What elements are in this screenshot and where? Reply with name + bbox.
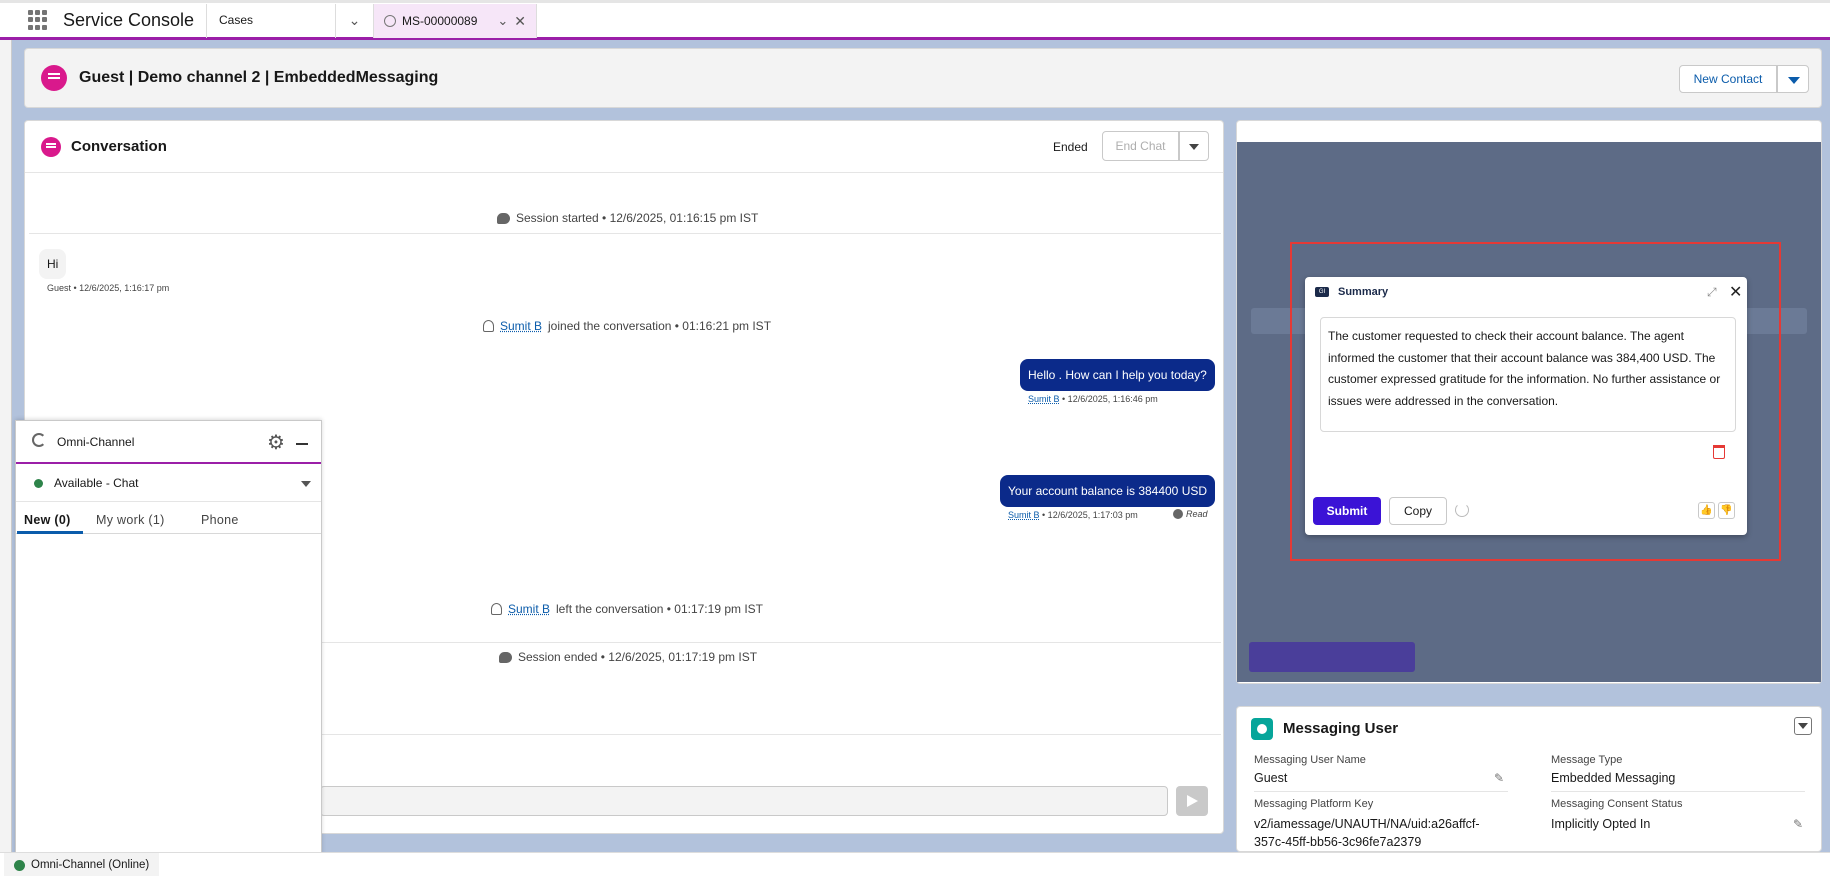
gear-icon[interactable]: ⚙ xyxy=(267,430,285,455)
check-icon xyxy=(1173,509,1183,519)
messaging-session-icon xyxy=(384,15,396,27)
utility-bar: Omni-Channel (Online) xyxy=(0,852,1830,876)
field-divider xyxy=(1254,791,1508,792)
agent-link[interactable]: Sumit B xyxy=(500,319,542,333)
new-contact-button[interactable]: New Contact xyxy=(1679,65,1777,93)
field-label: Messaging Platform Key xyxy=(1254,798,1374,810)
thumbs-down-icon[interactable]: 👎 xyxy=(1718,502,1735,519)
person-icon xyxy=(491,603,502,615)
summary-dialog: GI Summary ⤢ ✕ The customer requested to… xyxy=(1305,277,1747,535)
global-nav: Service Console Cases ⌄ MS-00000089 ⌄ ✕ xyxy=(0,0,1830,40)
field-label: Messaging Consent Status xyxy=(1551,798,1683,810)
submit-button[interactable]: Submit xyxy=(1313,497,1381,525)
field-value: Guest xyxy=(1254,771,1288,785)
chat-icon xyxy=(499,651,512,663)
expand-icon[interactable]: ⤢ xyxy=(1707,285,1717,300)
agent-message: Your account balance is 384400 USD xyxy=(1000,475,1216,507)
guest-message: Hi xyxy=(39,249,67,279)
edit-icon[interactable]: ✎ xyxy=(1793,817,1803,831)
summary-textarea[interactable]: The customer requested to check their ac… xyxy=(1320,317,1736,432)
card-title: Messaging User xyxy=(1283,720,1399,737)
omni-channel-panel: Omni-Channel ⚙ Available - Chat New (0) … xyxy=(15,420,322,856)
field-value: Implicitly Opted In xyxy=(1551,817,1651,831)
agent-link[interactable]: Sumit B xyxy=(508,602,550,616)
presence-status: Available - Chat xyxy=(54,476,139,490)
messaging-user-icon xyxy=(1251,718,1273,740)
summary-title: Summary xyxy=(1338,286,1389,298)
field-value: v2/iamessage/UNAUTH/NA/uid:a26affcf-357c… xyxy=(1254,817,1480,849)
utility-omni-channel[interactable]: Omni-Channel (Online) xyxy=(4,853,160,876)
online-check-icon xyxy=(14,859,25,871)
thumbs-up-icon[interactable]: 👍 xyxy=(1698,502,1715,519)
messaging-user-card: Messaging User Messaging User Name Guest… xyxy=(1236,706,1822,852)
close-icon[interactable]: ✕ xyxy=(514,13,526,30)
send-icon[interactable] xyxy=(1176,786,1208,816)
card-menu-button[interactable] xyxy=(1794,717,1812,735)
end-chat-button[interactable]: End Chat xyxy=(1102,131,1179,161)
agent-message-meta: Sumit B • 12/6/2025, 1:17:03 pm xyxy=(1008,510,1138,520)
agent-left-event: Sumit B left the conversation • 01:17:19… xyxy=(491,602,763,616)
omni-title: Omni-Channel xyxy=(57,435,135,449)
active-tab-indicator xyxy=(17,531,83,534)
field-label: Message Type xyxy=(1551,754,1623,766)
omni-channel-icon xyxy=(32,433,46,447)
session-ended-event: Session ended • 12/6/2025, 01:17:19 pm I… xyxy=(499,650,757,664)
divider xyxy=(29,233,1221,234)
chevron-down-icon[interactable]: ⌄ xyxy=(497,13,508,29)
record-highlights: Guest | Demo channel 2 | EmbeddedMessagi… xyxy=(24,48,1822,108)
conversation-title: Conversation xyxy=(71,138,167,155)
page-title: Guest | Demo channel 2 | EmbeddedMessagi… xyxy=(79,69,439,86)
ai-icon: GI xyxy=(1315,287,1329,297)
agent-link[interactable]: Sumit B xyxy=(1008,510,1040,520)
message-input[interactable] xyxy=(320,786,1168,816)
session-started-event: Session started • 12/6/2025, 01:16:15 pm… xyxy=(497,211,758,225)
chevron-down-icon[interactable]: ⌄ xyxy=(336,4,374,38)
status-dot xyxy=(34,479,43,488)
left-collapse-strip[interactable] xyxy=(0,40,12,852)
tab-my-work[interactable]: My work (1) xyxy=(88,505,173,535)
app-name: Service Console xyxy=(63,10,195,30)
agent-message-meta: Sumit B • 12/6/2025, 1:16:46 pm xyxy=(1028,394,1158,404)
chevron-down-icon[interactable] xyxy=(301,481,311,487)
tab-cases[interactable]: Cases xyxy=(206,4,336,38)
conversation-icon xyxy=(41,137,61,157)
presence-status-select[interactable]: Available - Chat xyxy=(16,464,321,502)
close-icon[interactable]: ✕ xyxy=(1729,282,1742,302)
actions-menu-button[interactable] xyxy=(1777,65,1809,93)
backdrop-shape xyxy=(1249,642,1415,672)
nav-top-border xyxy=(0,0,1830,3)
edit-icon[interactable]: ✎ xyxy=(1494,771,1504,785)
field-value: Embedded Messaging xyxy=(1551,771,1676,785)
person-icon xyxy=(483,320,494,332)
omni-header: Omni-Channel ⚙ xyxy=(16,421,321,464)
guest-message-meta: Guest • 12/6/2025, 1:16:17 pm xyxy=(47,283,170,293)
minimize-icon[interactable] xyxy=(296,443,308,445)
field-label: Messaging User Name xyxy=(1254,754,1366,766)
agent-message: Hello . How can I help you today? xyxy=(1020,359,1215,391)
copy-button[interactable]: Copy xyxy=(1389,497,1447,525)
conversation-menu-button[interactable] xyxy=(1179,131,1209,161)
conversation-status: Ended xyxy=(1053,140,1088,154)
messaging-icon xyxy=(41,65,67,91)
tab-record[interactable]: MS-00000089 ⌄ ✕ xyxy=(374,4,537,38)
agent-joined-event: Sumit B joined the conversation • 01:16:… xyxy=(483,319,771,333)
app-launcher-icon[interactable] xyxy=(28,10,48,30)
field-divider xyxy=(1551,791,1805,792)
record-tab-label: MS-00000089 xyxy=(402,14,478,28)
conversation-header: Conversation Ended End Chat xyxy=(25,121,1223,173)
delete-icon[interactable] xyxy=(1713,445,1725,459)
agent-link[interactable]: Sumit B xyxy=(1028,394,1060,404)
chat-icon xyxy=(497,212,510,224)
read-receipt: Read xyxy=(1173,509,1208,519)
tab-phone[interactable]: Phone xyxy=(193,505,247,535)
refresh-icon[interactable] xyxy=(1455,503,1469,517)
